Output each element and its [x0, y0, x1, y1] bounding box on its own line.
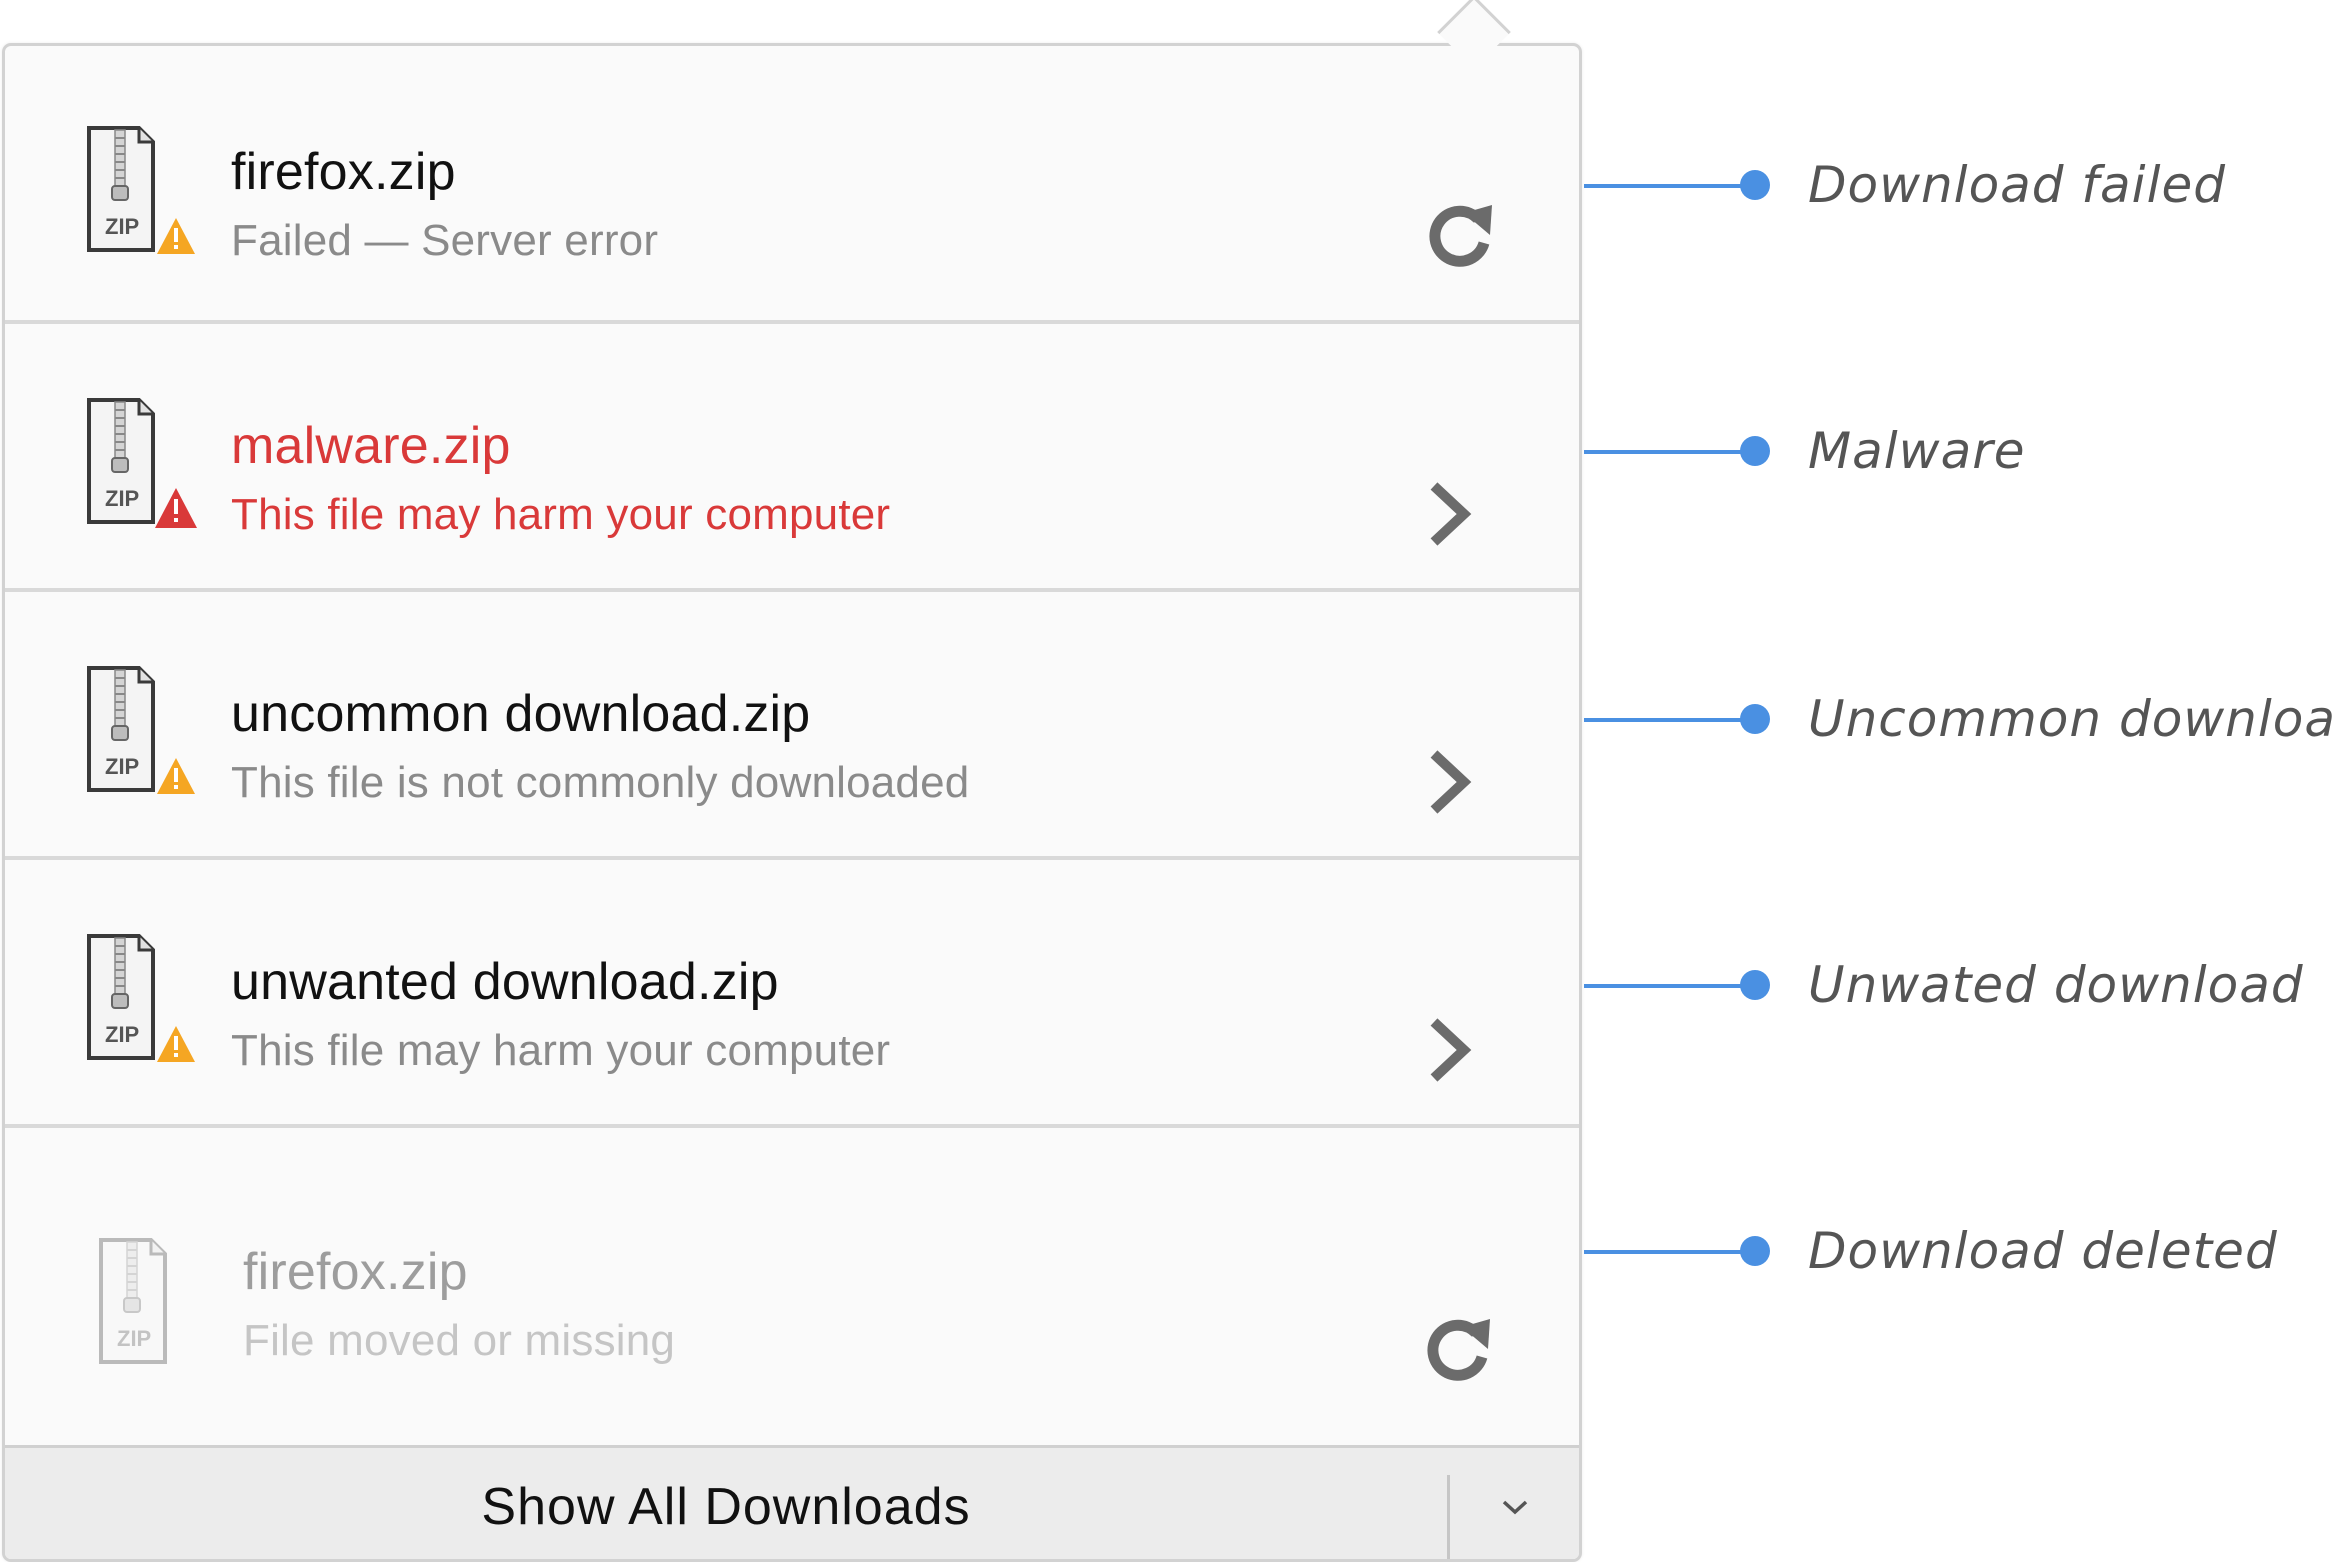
zip-label: ZIP — [105, 754, 139, 779]
retry-button[interactable] — [1415, 192, 1505, 282]
details-button[interactable] — [1405, 737, 1495, 827]
callout-label: Download failed — [1808, 156, 2226, 214]
download-file-name: uncommon download.zip — [231, 685, 811, 743]
callout-download-deleted: Download deleted — [1584, 1222, 2335, 1282]
downloads-panel: ZIP firefox.zip Failed — Server error ZI… — [2, 43, 1582, 1562]
details-button[interactable] — [1405, 1005, 1495, 1095]
download-status: This file may harm your computer — [231, 490, 891, 539]
chevron-down-icon — [1502, 1500, 1527, 1514]
download-item-malware[interactable]: ZIP malware.zip This file may harm your … — [5, 324, 1579, 592]
download-item-uncommon[interactable]: ZIP uncommon download.zip This file is n… — [5, 592, 1579, 860]
download-status: Failed — Server error — [231, 216, 659, 265]
download-file-name: unwanted download.zip — [231, 953, 779, 1011]
chevron-right-icon — [1430, 482, 1472, 546]
download-file-name: firefox.zip — [243, 1243, 468, 1301]
download-status: File moved or missing — [243, 1316, 676, 1365]
retry-icon — [1429, 205, 1492, 267]
download-item-failed[interactable]: ZIP firefox.zip Failed — Server error — [5, 46, 1579, 324]
zip-file-warning-icon: ZIP — [87, 126, 195, 254]
chevron-right-icon — [1430, 1018, 1472, 1082]
downloads-screen: ZIP firefox.zip Failed — Server error ZI… — [0, 0, 2335, 1562]
zip-label: ZIP — [105, 1022, 139, 1047]
details-button[interactable] — [1405, 469, 1495, 559]
zip-file-warning-icon: ZIP — [87, 934, 195, 1062]
callout-download-failed: Download failed — [1584, 156, 2335, 216]
show-all-downloads-button[interactable]: Show All Downloads — [5, 1448, 1447, 1559]
zip-file-warning-icon: ZIP — [87, 666, 195, 794]
callout-uncommon-download: Uncommon download — [1584, 690, 2335, 750]
callout-label: Unwated download — [1808, 956, 2304, 1014]
more-options-button[interactable] — [1450, 1448, 1579, 1559]
zip-label: ZIP — [105, 214, 139, 239]
zip-file-danger-icon: ZIP — [87, 398, 197, 528]
download-status: This file is not commonly downloaded — [231, 758, 970, 807]
retry-button[interactable] — [1413, 1306, 1503, 1396]
zip-label: ZIP — [105, 486, 139, 511]
callout-unwanted-download: Unwated download — [1584, 956, 2335, 1016]
callout-label: Uncommon download — [1808, 690, 2335, 748]
download-item-deleted[interactable]: ZIP firefox.zip File moved or missing — [5, 1128, 1579, 1448]
callout-malware: Malware — [1584, 422, 2335, 482]
download-file-name: firefox.zip — [231, 143, 456, 201]
callout-label: Download deleted — [1808, 1222, 2278, 1280]
chevron-right-icon — [1430, 750, 1472, 814]
downloads-footer: Show All Downloads — [5, 1448, 1579, 1559]
download-item-unwanted[interactable]: ZIP unwanted download.zip This file may … — [5, 860, 1579, 1128]
download-status: This file may harm your computer — [231, 1026, 891, 1075]
zip-label: ZIP — [117, 1326, 151, 1351]
callout-label: Malware — [1808, 422, 2026, 480]
download-file-name: malware.zip — [231, 417, 511, 475]
zip-file-icon: ZIP — [99, 1238, 167, 1364]
retry-icon — [1427, 1319, 1490, 1381]
